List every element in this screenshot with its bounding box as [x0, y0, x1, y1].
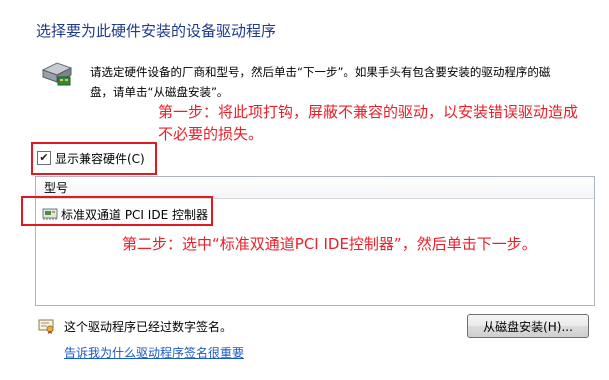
step1-line-1: 第一步：将此项打钩，屏蔽不兼容的驱动，以安装错误驱动造成 — [158, 103, 579, 121]
certificate-icon — [38, 318, 54, 334]
step2-annotation: 第二步：选中“标准双通道PCI IDE控制器”，然后单击下一步。 — [122, 235, 537, 253]
list-item-highlight-box — [21, 196, 213, 226]
checkbox-box[interactable]: ✔ — [37, 151, 51, 165]
instruction-line-1: 请选定硬件设备的厂商和型号，然后单击“下一步”。如果手头有包含要安装的驱动程序的… — [90, 65, 551, 79]
driver-signing-link[interactable]: 告诉我为什么驱动程序签名很重要 — [64, 344, 244, 361]
step1-annotation: 第一步：将此项打钩，屏蔽不兼容的驱动，以安装错误驱动造成 不必要的损失。 — [158, 101, 578, 145]
show-compatible-hardware-checkbox[interactable]: ✔ 显示兼容硬件(C) — [37, 148, 145, 168]
have-disk-button[interactable]: 从磁盘安装(H)... — [467, 314, 589, 338]
instruction-text: 请选定硬件设备的厂商和型号，然后单击“下一步”。如果手头有包含要安装的驱动程序的… — [90, 62, 590, 102]
checkmark-icon: ✔ — [39, 151, 49, 164]
instruction-line-2: 盘，请单击“从磁盘安装”。 — [90, 85, 229, 99]
page-title: 选择要为此硬件安装的设备驱动程序 — [36, 22, 277, 40]
checkbox-label: 显示兼容硬件(C) — [55, 151, 145, 166]
hardware-icon — [40, 58, 74, 88]
signature-status-text: 这个驱动程序已经过数字签名。 — [64, 320, 233, 334]
step1-line-2: 不必要的损失。 — [158, 125, 264, 143]
